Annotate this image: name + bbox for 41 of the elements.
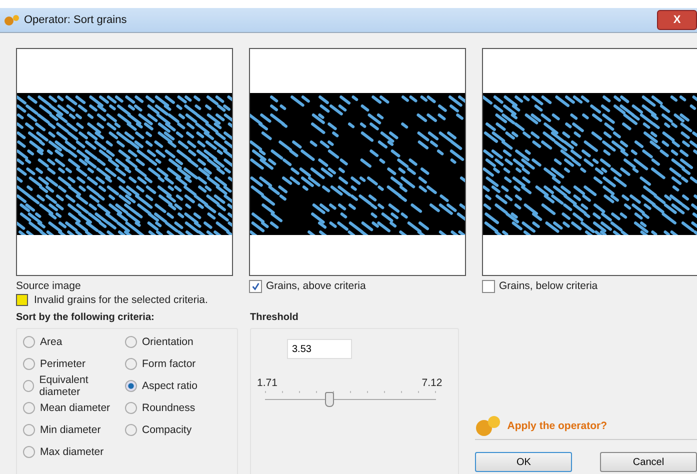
max-label: 7.12 [422, 377, 442, 389]
radio-button[interactable] [125, 402, 137, 414]
radio-button[interactable] [23, 424, 35, 436]
slider-thumb[interactable] [325, 392, 334, 407]
radio-option[interactable]: Max diameter [23, 445, 125, 459]
radio-button[interactable] [23, 446, 35, 458]
radio-option[interactable]: Form factor [125, 357, 235, 371]
window-title: Operator: Sort grains [24, 14, 127, 26]
radio-option[interactable]: Compacity [125, 423, 235, 437]
image-caption: Source image [16, 280, 81, 292]
dialog-button[interactable]: OK [475, 452, 572, 472]
gears-icon [4, 14, 20, 26]
checkbox-label: Grains, above criteria [266, 280, 366, 292]
close-button[interactable]: X [657, 10, 697, 30]
checkbox[interactable] [482, 280, 495, 292]
radio-button[interactable] [125, 336, 137, 348]
legend-swatch [16, 294, 28, 306]
radio-button[interactable] [23, 402, 35, 414]
min-label: 1.71 [257, 377, 278, 389]
radio-button[interactable] [23, 358, 35, 370]
radio-option[interactable]: Area [23, 335, 125, 349]
checkbox[interactable] [249, 280, 262, 292]
apply-prompt: Apply the operator? [507, 420, 607, 432]
radio-option[interactable]: Min diameter [23, 423, 125, 437]
radio-button[interactable] [23, 336, 35, 348]
threshold-field[interactable]: 3.53 [287, 339, 352, 359]
gears-icon [475, 415, 502, 437]
group-title: Sort by the following criteria: [16, 312, 156, 323]
checkbox-label: Grains, below criteria [499, 280, 598, 292]
dialog-button[interactable]: Cancel [600, 452, 697, 472]
radio-option[interactable]: Mean diameter [23, 401, 125, 415]
radio-button[interactable] [125, 380, 137, 392]
radio-option[interactable]: Orientation [125, 335, 235, 349]
group-title: Threshold [250, 312, 300, 323]
radio-button[interactable] [23, 380, 34, 392]
radio-option[interactable]: Aspect ratio [125, 379, 235, 393]
radio-option[interactable]: Perimeter [23, 357, 125, 371]
radio-button[interactable] [125, 424, 137, 436]
legend-text: Invalid grains for the selected criteria. [34, 294, 208, 306]
radio-button[interactable] [125, 358, 137, 370]
radio-option[interactable]: Roundness [125, 401, 235, 415]
